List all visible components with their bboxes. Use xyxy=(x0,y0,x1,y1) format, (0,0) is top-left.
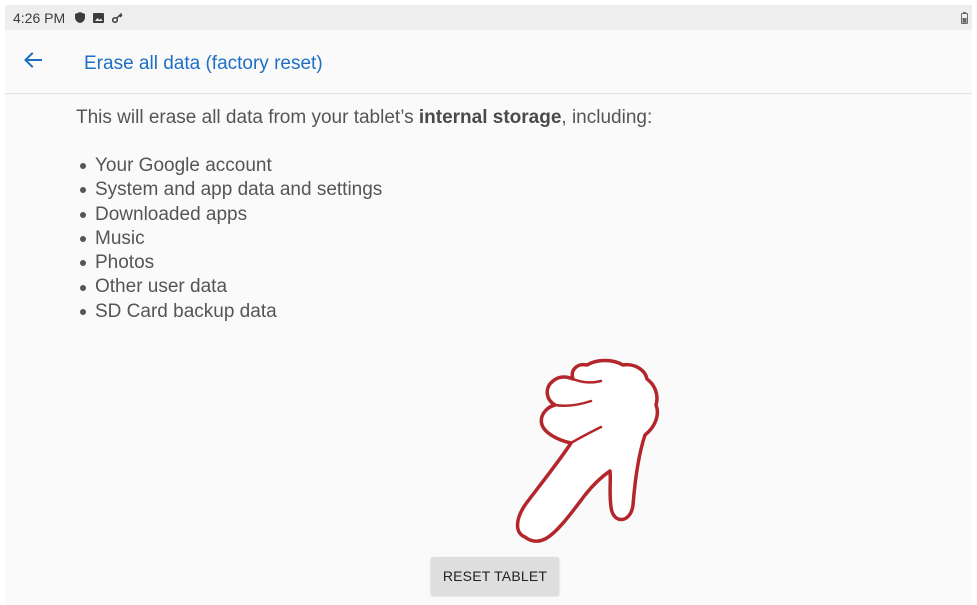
erase-item-list: Your Google account System and app data … xyxy=(76,154,652,324)
list-item: Your Google account xyxy=(76,154,652,178)
warning-content: This will erase all data from your table… xyxy=(76,106,652,324)
warning-text-bold: internal storage xyxy=(418,107,562,128)
list-item-label: Other user data xyxy=(95,276,228,298)
list-item: System and app data and settings xyxy=(76,178,652,202)
list-item-label: Downloaded apps xyxy=(95,203,248,225)
battery-icon xyxy=(961,11,968,27)
arrow-back-icon xyxy=(23,50,43,75)
bullet-icon xyxy=(80,163,86,170)
list-item-label: SD Card backup data xyxy=(95,300,277,322)
bullet-icon xyxy=(80,260,86,267)
status-time: 4:26 PM xyxy=(13,9,66,26)
list-item: SD Card backup data xyxy=(76,300,652,324)
bullet-icon xyxy=(80,236,86,243)
vpn-key-icon xyxy=(112,10,123,26)
list-item: Downloaded apps xyxy=(76,203,652,227)
list-item-label: Music xyxy=(95,227,145,249)
status-bar: 4:26 PM xyxy=(5,5,972,30)
bullet-icon xyxy=(80,284,86,291)
list-item: Other user data xyxy=(76,275,652,299)
warning-text: This will erase all data from your table… xyxy=(76,106,652,130)
warning-text-end: , including: xyxy=(561,107,653,128)
bullet-icon xyxy=(80,308,86,315)
list-item: Photos xyxy=(76,251,652,275)
reset-tablet-button[interactable]: RESET TABLET xyxy=(431,557,559,595)
app-bar: Erase all data (factory reset) xyxy=(5,30,972,94)
list-item-label: Your Google account xyxy=(95,155,272,176)
pointing-hand-icon xyxy=(505,355,675,550)
list-item: Music xyxy=(76,227,652,251)
shield-icon xyxy=(75,10,86,26)
settings-screen: 4:26 PM Erase all data (factory reset) T… xyxy=(5,5,972,605)
bullet-icon xyxy=(80,211,86,218)
page-title: Erase all data (factory reset) xyxy=(84,53,323,74)
bullet-icon xyxy=(80,187,86,194)
list-item-label: Photos xyxy=(95,252,155,274)
warning-text-start: This will erase all data from your table… xyxy=(76,107,419,128)
back-button[interactable] xyxy=(19,48,47,76)
image-icon xyxy=(93,10,105,26)
list-item-label: System and app data and settings xyxy=(95,179,383,201)
